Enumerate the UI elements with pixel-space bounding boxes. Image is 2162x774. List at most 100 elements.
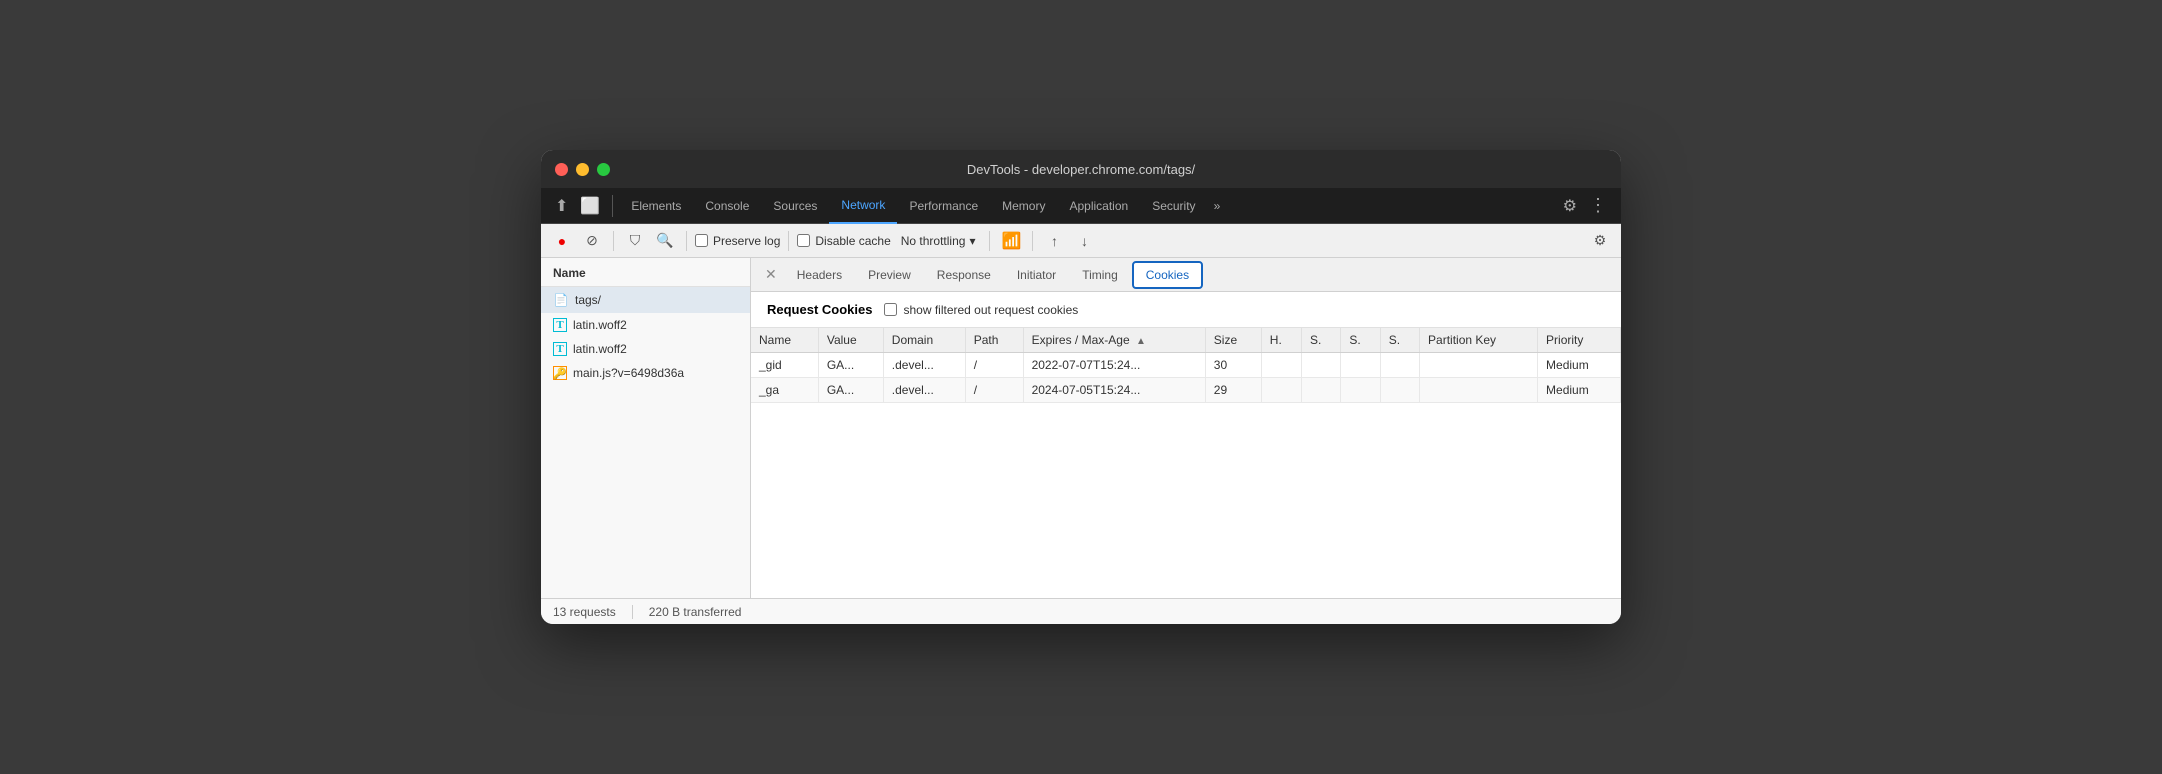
main-content: Name 📄 tags/ T latin.woff2 T latin.woff2…	[541, 258, 1621, 598]
col-partition-key[interactable]: Partition Key	[1420, 328, 1538, 353]
cursor-icon[interactable]: ⬆	[549, 192, 574, 220]
request-cookies-header: Request Cookies show filtered out reques…	[751, 292, 1621, 328]
tab-timing[interactable]: Timing	[1070, 258, 1130, 292]
record-button[interactable]: ●	[549, 228, 575, 254]
close-button[interactable]	[555, 163, 568, 176]
list-item[interactable]: 📄 tags/	[541, 287, 750, 313]
cookies-table-head: Name Value Domain Path Expires / Max-Age…	[751, 328, 1621, 353]
network-toolbar: ● ⊘ ⛉ 🔍 Preserve log Disable cache No th…	[541, 224, 1621, 258]
settings-icon[interactable]: ⚙	[1557, 192, 1583, 220]
page-icon: 📄	[553, 292, 569, 308]
cookie-priority: Medium	[1538, 378, 1621, 403]
cookie-path: /	[965, 378, 1023, 403]
col-h[interactable]: H.	[1261, 328, 1301, 353]
col-path[interactable]: Path	[965, 328, 1023, 353]
requests-count: 13 requests	[553, 605, 616, 619]
cookie-s1	[1302, 378, 1341, 403]
show-filtered-checkbox[interactable]	[884, 303, 897, 316]
show-filtered-text: show filtered out request cookies	[903, 303, 1078, 317]
tab-elements[interactable]: Elements	[619, 188, 693, 224]
wifi-icon[interactable]: 📶	[998, 228, 1024, 254]
col-priority[interactable]: Priority	[1538, 328, 1621, 353]
preserve-log-checkbox[interactable]	[695, 234, 708, 247]
network-settings-icon[interactable]: ⚙	[1587, 228, 1613, 254]
title-bar: DevTools - developer.chrome.com/tags/	[541, 150, 1621, 188]
disable-cache-text: Disable cache	[815, 234, 890, 248]
col-expires[interactable]: Expires / Max-Age ▲	[1023, 328, 1205, 353]
col-s2[interactable]: S.	[1341, 328, 1380, 353]
detail-close-button[interactable]: ✕	[759, 264, 783, 285]
disable-cache-checkbox[interactable]	[797, 234, 810, 247]
file-name: tags/	[575, 293, 601, 307]
col-domain[interactable]: Domain	[883, 328, 965, 353]
traffic-lights	[555, 163, 610, 176]
tab-preview[interactable]: Preview	[856, 258, 923, 292]
toolbar-sep-1	[613, 231, 614, 251]
stop-button[interactable]: ⊘	[579, 228, 605, 254]
cookie-size: 30	[1205, 353, 1261, 378]
cookie-partition-key	[1420, 378, 1538, 403]
detail-tab-bar: ✕ Headers Preview Response Initiator Tim…	[751, 258, 1621, 292]
tab-sources[interactable]: Sources	[761, 188, 829, 224]
devtools-tab-bar: ⬆ ⬜ Elements Console Sources Network Per…	[541, 188, 1621, 224]
detail-panel: ✕ Headers Preview Response Initiator Tim…	[751, 258, 1621, 598]
throttling-label: No throttling	[901, 234, 966, 248]
show-filtered-label[interactable]: show filtered out request cookies	[884, 303, 1078, 317]
list-item[interactable]: T latin.woff2	[541, 337, 750, 361]
tab-cookies[interactable]: Cookies	[1132, 261, 1203, 289]
devtools-window: DevTools - developer.chrome.com/tags/ ⬆ …	[541, 150, 1621, 624]
download-icon[interactable]: ↓	[1071, 228, 1097, 254]
request-cookies-title: Request Cookies	[767, 302, 872, 317]
cookie-path: /	[965, 353, 1023, 378]
tab-performance[interactable]: Performance	[897, 188, 990, 224]
list-item[interactable]: T latin.woff2	[541, 313, 750, 337]
col-s1[interactable]: S.	[1302, 328, 1341, 353]
status-separator	[632, 605, 633, 619]
cookie-s3	[1380, 353, 1419, 378]
file-name: latin.woff2	[573, 342, 627, 356]
minimize-button[interactable]	[576, 163, 589, 176]
more-options-icon[interactable]: ⋮	[1583, 191, 1613, 220]
tab-separator-1	[612, 195, 613, 217]
preserve-log-label[interactable]: Preserve log	[695, 234, 780, 248]
table-row[interactable]: _gid GA... .devel... / 2022-07-07T15:24.…	[751, 353, 1621, 378]
table-header-row: Name Value Domain Path Expires / Max-Age…	[751, 328, 1621, 353]
disable-cache-label[interactable]: Disable cache	[797, 234, 890, 248]
tab-security[interactable]: Security	[1140, 188, 1207, 224]
tab-application[interactable]: Application	[1057, 188, 1140, 224]
table-row[interactable]: _ga GA... .devel... / 2024-07-05T15:24..…	[751, 378, 1621, 403]
script-icon: 🔑	[553, 366, 567, 380]
toolbar-sep-2	[686, 231, 687, 251]
tab-initiator[interactable]: Initiator	[1005, 258, 1068, 292]
file-name: main.js?v=6498d36a	[573, 366, 684, 380]
col-s3[interactable]: S.	[1380, 328, 1419, 353]
cookie-expires: 2022-07-07T15:24...	[1023, 353, 1205, 378]
maximize-button[interactable]	[597, 163, 610, 176]
col-size[interactable]: Size	[1205, 328, 1261, 353]
device-icon[interactable]: ⬜	[574, 192, 606, 220]
file-list-header: Name	[541, 258, 750, 287]
cookies-table: Name Value Domain Path Expires / Max-Age…	[751, 328, 1621, 403]
filter-button[interactable]: ⛉	[622, 228, 648, 254]
cookies-content: Request Cookies show filtered out reques…	[751, 292, 1621, 598]
preserve-log-text: Preserve log	[713, 234, 780, 248]
col-name[interactable]: Name	[751, 328, 818, 353]
tab-network[interactable]: Network	[829, 188, 897, 224]
more-tabs-button[interactable]: »	[1208, 199, 1227, 213]
throttling-dropdown[interactable]: No throttling ▾	[895, 232, 982, 250]
upload-icon[interactable]: ↑	[1041, 228, 1067, 254]
search-button[interactable]: 🔍	[652, 228, 678, 254]
cookie-priority: Medium	[1538, 353, 1621, 378]
tab-memory[interactable]: Memory	[990, 188, 1057, 224]
cookie-s2	[1341, 353, 1380, 378]
cookie-s3	[1380, 378, 1419, 403]
tab-headers[interactable]: Headers	[785, 258, 854, 292]
tab-response[interactable]: Response	[925, 258, 1003, 292]
toolbar-sep-3	[788, 231, 789, 251]
file-list: Name 📄 tags/ T latin.woff2 T latin.woff2…	[541, 258, 751, 598]
col-value[interactable]: Value	[818, 328, 883, 353]
toolbar-sep-4	[989, 231, 990, 251]
window-title: DevTools - developer.chrome.com/tags/	[967, 162, 1195, 177]
tab-console[interactable]: Console	[693, 188, 761, 224]
list-item[interactable]: 🔑 main.js?v=6498d36a	[541, 361, 750, 385]
